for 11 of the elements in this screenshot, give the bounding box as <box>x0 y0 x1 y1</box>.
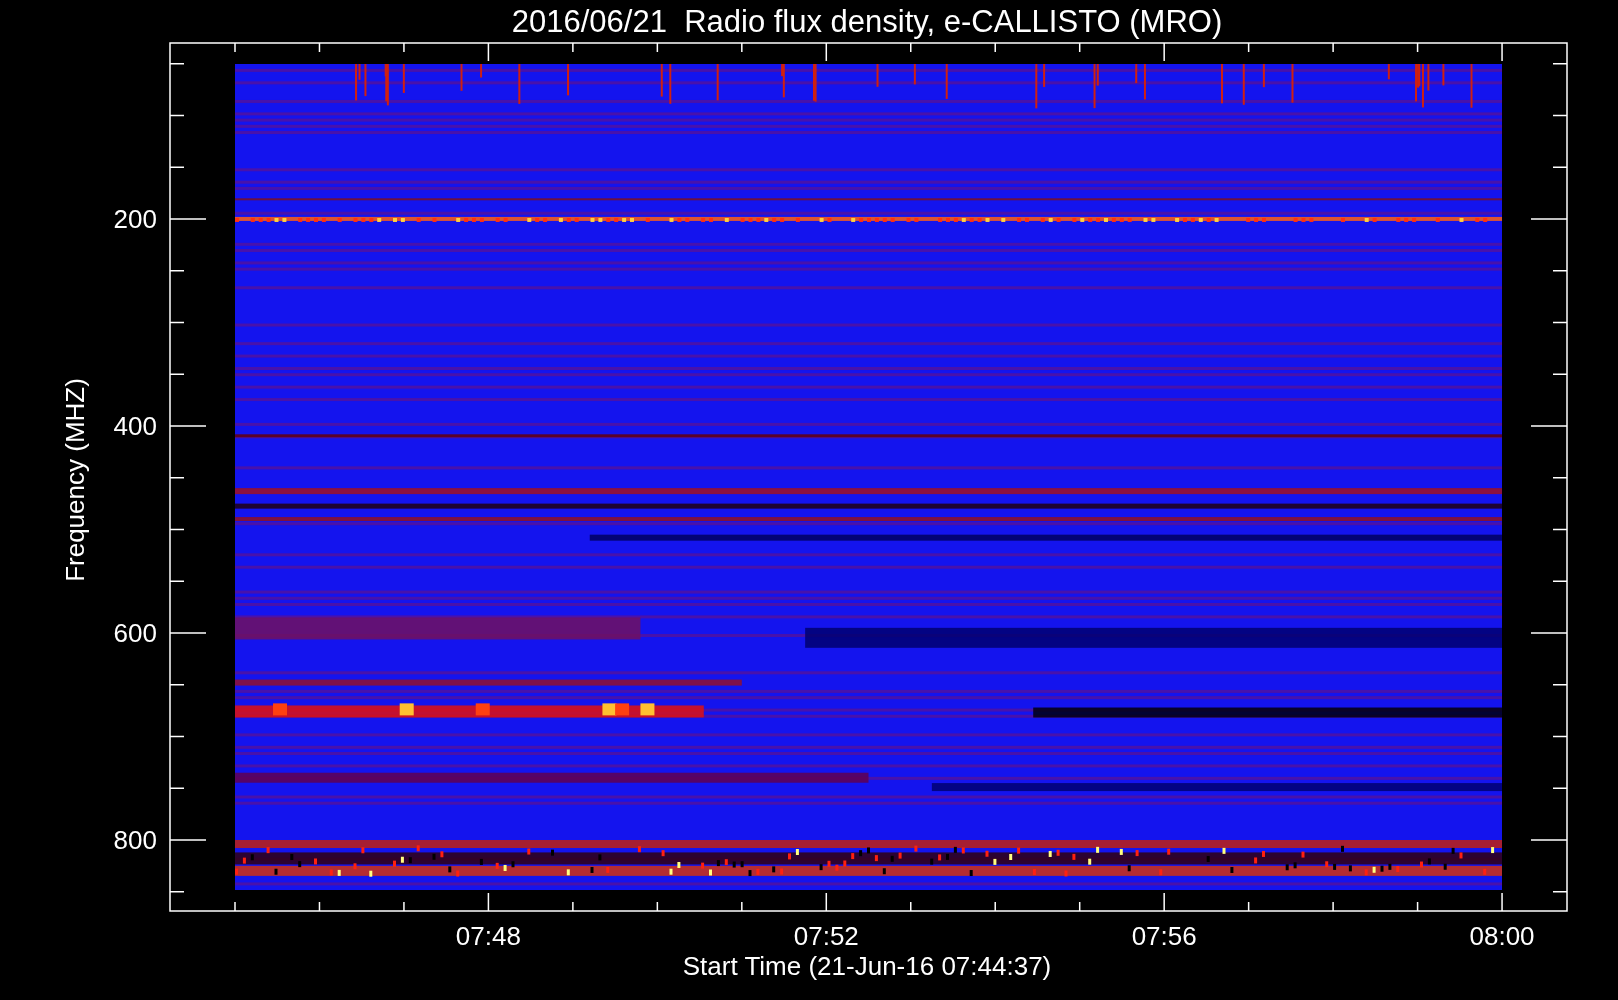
tick-label: 200 <box>113 204 157 234</box>
tick-label: 08:00 <box>1469 921 1535 951</box>
tick-label: 07:52 <box>793 921 859 951</box>
tick-label: 800 <box>113 825 157 855</box>
axis-label: Frequency (MHZ) <box>60 378 90 582</box>
tick-label: 600 <box>113 618 157 648</box>
tick-label: 07:56 <box>1131 921 1197 951</box>
axis-label: Start Time (21-Jun-16 07:44:37) <box>682 951 1052 981</box>
tick-label: 07:48 <box>455 921 521 951</box>
tick-label: 400 <box>113 411 157 441</box>
chart-title: 2016/06/21 Radio flux density, e-CALLISTO (MRO) <box>511 4 1223 39</box>
